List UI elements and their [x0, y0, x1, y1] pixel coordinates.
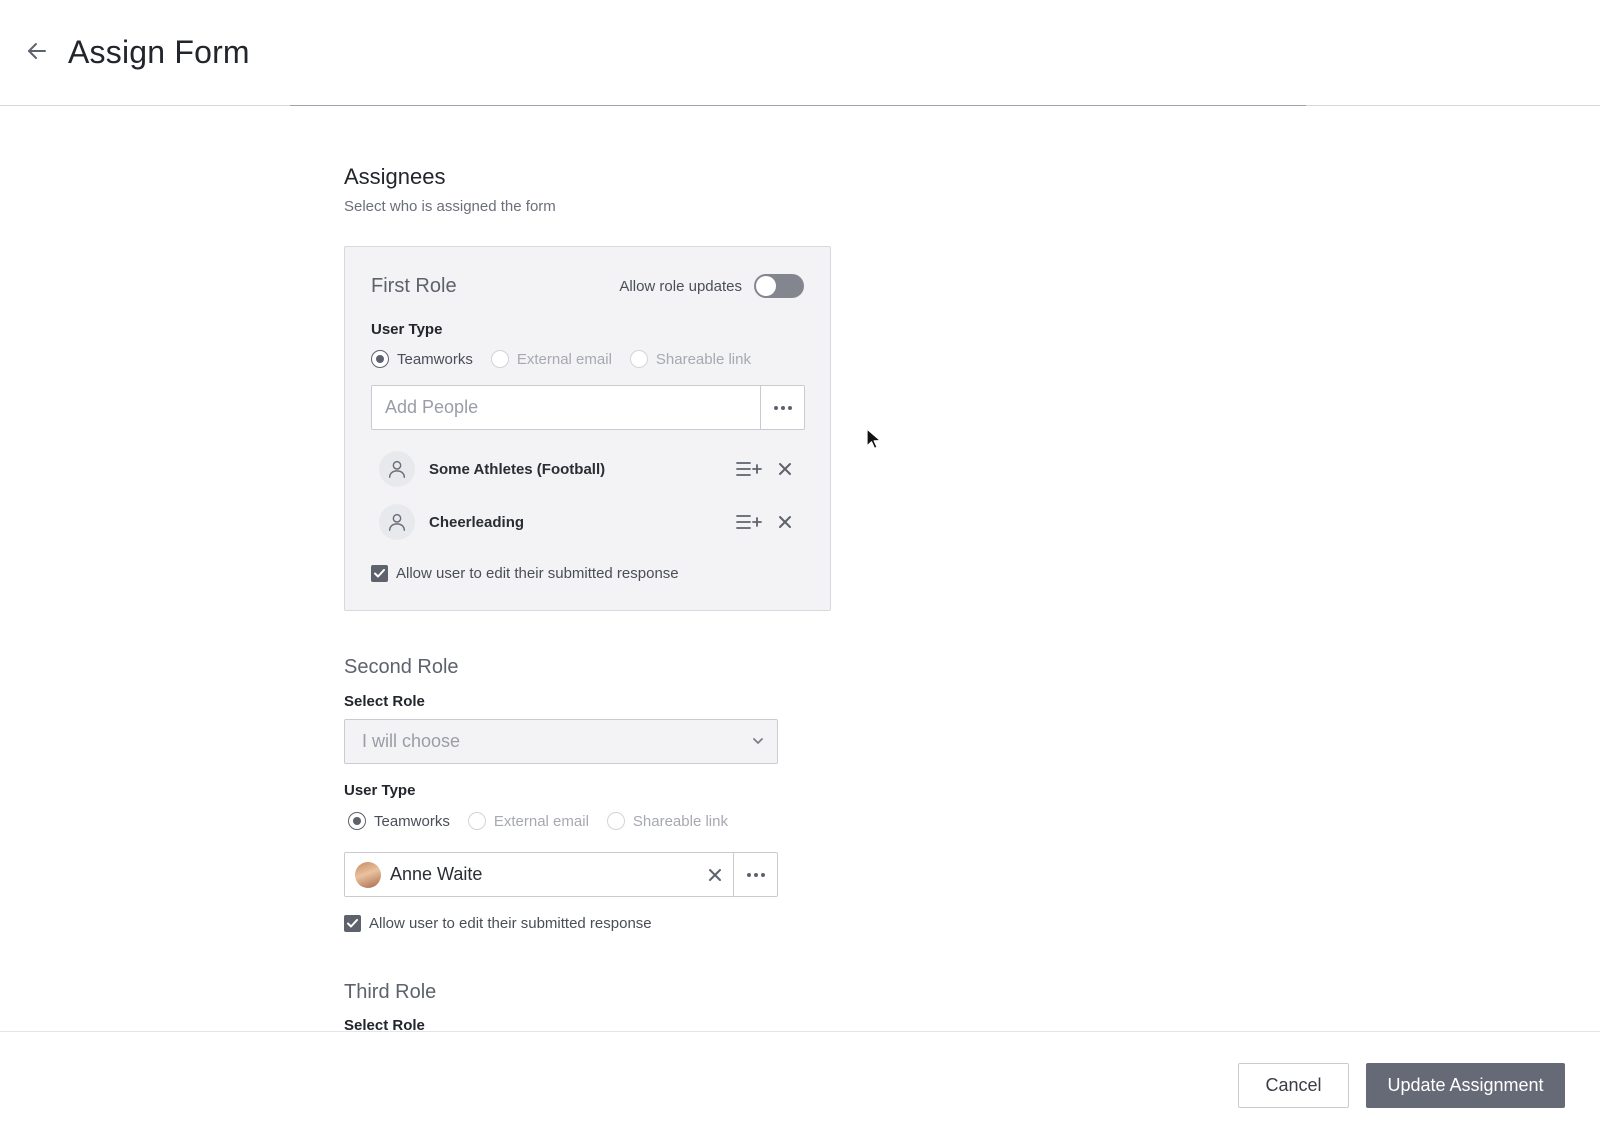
allow-role-updates: Allow role updates: [619, 274, 804, 298]
radio-external-email[interactable]: External email: [467, 812, 589, 830]
person-avatar: [355, 861, 381, 888]
radio-button[interactable]: [348, 812, 366, 830]
more-horizontal-icon: [773, 405, 792, 410]
radio-button[interactable]: [371, 350, 389, 368]
third-role-title: Third Role: [344, 981, 437, 1003]
remove-assignee-button[interactable]: [771, 508, 799, 536]
selected-person-field: Anne Waite: [344, 852, 778, 897]
mouse-cursor-icon: [866, 428, 881, 449]
add-to-list-button[interactable]: [735, 508, 763, 536]
check-icon: [347, 919, 358, 928]
radio-button[interactable]: [490, 350, 509, 368]
user-avatar-icon: [379, 504, 415, 540]
radio-button[interactable]: [467, 812, 486, 830]
remove-assignee-button[interactable]: [771, 455, 799, 483]
allow-role-updates-toggle[interactable]: [754, 274, 804, 298]
cancel-button[interactable]: Cancel: [1238, 1063, 1349, 1108]
radio-teamworks[interactable]: Teamworks: [371, 350, 473, 368]
user-type-label: User Type: [344, 782, 416, 799]
page-title: Assign Form: [68, 34, 250, 70]
checkbox[interactable]: [344, 915, 361, 932]
selected-person-name: Anne Waite: [390, 864, 483, 884]
allow-role-updates-label: Allow role updates: [619, 277, 742, 295]
select-role-label: Select Role: [344, 693, 425, 710]
radio-external-email[interactable]: External email: [490, 350, 612, 368]
more-options-button[interactable]: [760, 386, 804, 429]
allow-edit-label: Allow user to edit their submitted respo…: [396, 565, 679, 582]
add-people-field: Add People: [371, 385, 805, 430]
assignee-name: Cheerleading: [429, 513, 525, 531]
radio-button[interactable]: [629, 350, 648, 368]
radio-shareable-link[interactable]: Shareable link: [606, 812, 728, 830]
second-role-title: Second Role: [344, 656, 459, 678]
user-type-radio-group: Teamworks External email Shareable link: [348, 812, 746, 830]
add-people-input[interactable]: Add People: [372, 386, 760, 429]
select-role-value: I will choose: [362, 731, 461, 751]
arrow-left-icon: [28, 43, 46, 59]
assignee-row: Cheerleading: [379, 502, 799, 542]
header-divider: [290, 105, 1306, 106]
assignee-name: Some Athletes (Football): [429, 460, 606, 478]
add-to-list-button[interactable]: [735, 455, 763, 483]
radio-button[interactable]: [606, 812, 625, 830]
user-type-label: User Type: [371, 321, 443, 338]
playlist-add-icon: [736, 515, 762, 529]
close-icon: [709, 868, 721, 881]
first-role-card: First Role Allow role updates User Type …: [344, 246, 831, 611]
clear-person-button[interactable]: [697, 868, 733, 882]
assignees-subtitle: Select who is assigned the form: [344, 198, 556, 215]
allow-edit-checkbox-row[interactable]: Allow user to edit their submitted respo…: [371, 565, 679, 582]
back-button[interactable]: [22, 36, 52, 66]
select-role-dropdown[interactable]: I will choose: [344, 719, 778, 764]
user-type-radio-group: Teamworks External email Shareable link: [371, 350, 769, 368]
assignee-row: Some Athletes (Football): [379, 449, 799, 489]
selected-person-chip[interactable]: Anne Waite: [345, 853, 733, 896]
playlist-add-icon: [736, 462, 762, 476]
allow-edit-label: Allow user to edit their submitted respo…: [369, 915, 652, 932]
toggle-knob: [756, 276, 776, 296]
footer-bar: [0, 1031, 1600, 1139]
radio-teamworks[interactable]: Teamworks: [348, 812, 450, 830]
check-icon: [374, 569, 385, 578]
assignees-title: Assignees: [344, 164, 446, 189]
allow-edit-checkbox-row[interactable]: Allow user to edit their submitted respo…: [344, 915, 652, 932]
more-horizontal-icon: [746, 872, 765, 877]
checkbox[interactable]: [371, 565, 388, 582]
radio-shareable-link[interactable]: Shareable link: [629, 350, 751, 368]
user-avatar-icon: [379, 451, 415, 487]
close-icon: [779, 516, 791, 528]
close-icon: [779, 463, 791, 475]
chevron-down-icon: [753, 738, 763, 744]
first-role-title: First Role: [371, 275, 457, 297]
update-assignment-button[interactable]: Update Assignment: [1366, 1063, 1565, 1108]
more-options-button[interactable]: [733, 853, 777, 896]
